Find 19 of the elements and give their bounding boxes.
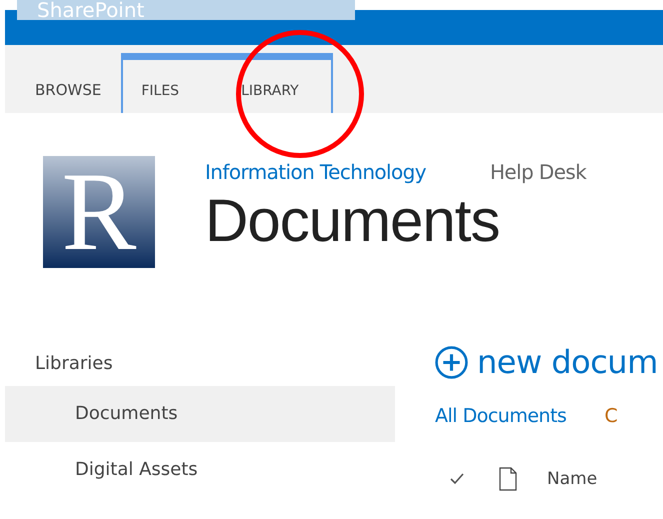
- new-document-link[interactable]: new docum: [477, 343, 658, 381]
- page-title: Documents: [205, 186, 500, 255]
- site-link[interactable]: Information Technology: [205, 160, 426, 184]
- checkmark-icon[interactable]: [449, 471, 465, 487]
- nav-item[interactable]: Documents: [5, 386, 395, 442]
- nav-item[interactable]: Digital Assets: [5, 442, 395, 498]
- nav-heading[interactable]: Libraries: [5, 331, 395, 386]
- add-icon[interactable]: [435, 346, 468, 378]
- view-link[interactable]: All Documents: [435, 405, 566, 427]
- document-icon: [499, 467, 517, 491]
- logo-letter: R: [62, 156, 136, 268]
- view-link[interactable]: C: [604, 405, 618, 427]
- site-logo[interactable]: R: [43, 156, 155, 268]
- suite-title: SharePoint: [37, 0, 144, 20]
- ribbon-tab[interactable]: LIBRARY: [241, 65, 299, 113]
- ribbon-tab[interactable]: BROWSE: [5, 65, 122, 113]
- column-header[interactable]: Name: [547, 469, 598, 489]
- site-link[interactable]: Help Desk: [490, 160, 586, 184]
- ribbon-tab[interactable]: FILES: [141, 65, 180, 113]
